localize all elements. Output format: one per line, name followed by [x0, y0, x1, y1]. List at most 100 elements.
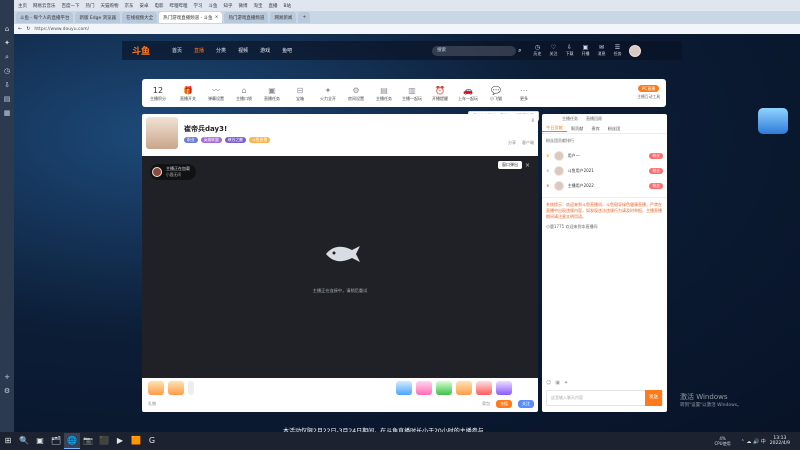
history-icon[interactable]: ◷: [0, 64, 14, 78]
edge-icon[interactable]: 🌐: [64, 433, 80, 449]
download-button[interactable]: ⇩ 下载: [565, 44, 573, 57]
browser-tab[interactable]: 网易新闻: [270, 12, 297, 23]
refresh-icon[interactable]: ↻: [26, 26, 30, 32]
send-button[interactable]: 发送: [645, 390, 662, 406]
gift-item[interactable]: [188, 381, 194, 395]
share-button[interactable]: 分享: [508, 140, 516, 146]
gift-item[interactable]: [436, 381, 452, 395]
gift-item[interactable]: [496, 381, 512, 395]
popout-button[interactable]: 窗口弹出: [497, 161, 522, 169]
message-button[interactable]: ✉ 消息: [597, 44, 605, 57]
room-tag[interactable]: 英雄联盟: [200, 136, 222, 143]
favorite-item[interactable]: 安卓: [140, 3, 149, 9]
favorite-item[interactable]: 淘宝: [254, 3, 263, 9]
gift-item[interactable]: [396, 381, 412, 395]
favorite-item[interactable]: 网易云音乐: [33, 3, 56, 9]
toolbar-item[interactable]: ✦ 火力全开: [314, 85, 342, 102]
gift-item[interactable]: [456, 381, 472, 395]
video-player[interactable]: 主播正在加载 小鹿无间 窗口弹出 × 主播正在连接中，请稍后重试: [142, 156, 538, 378]
toolbar-item[interactable]: 〰弹幕设置: [202, 85, 230, 102]
downloads-icon[interactable]: ⇩: [0, 78, 14, 92]
favorite-item[interactable]: 热门: [86, 3, 95, 9]
close-icon[interactable]: ×: [525, 162, 530, 169]
browser-tab[interactable]: 热门游戏直播频道: [224, 12, 269, 23]
favorite-item[interactable]: 知乎: [224, 3, 233, 9]
gift-item[interactable]: [148, 381, 164, 395]
toolbar-item[interactable]: ⏰ 开播提醒: [426, 85, 454, 102]
clock[interactable]: 13:13 2022/4/9: [770, 436, 790, 446]
gift-label[interactable]: 礼物: [148, 401, 156, 407]
room-tag[interactable]: 斗鱼直播: [248, 136, 271, 143]
camera-icon[interactable]: 📷: [80, 433, 96, 449]
favorite-item[interactable]: 直播: [269, 3, 278, 9]
tab-today-contribution[interactable]: 今日贡献: [542, 125, 567, 132]
favorite-item[interactable]: 主页: [18, 3, 27, 9]
toolbar-item[interactable]: ▤ 主播任务: [370, 85, 398, 102]
browser-tab[interactable]: 斗鱼 - 每个人的直播平台: [16, 12, 74, 23]
backpack-label[interactable]: 背包: [482, 401, 490, 407]
gift-item[interactable]: [168, 381, 184, 395]
tab-vip[interactable]: 贵宾: [587, 126, 603, 132]
url-field[interactable]: https://www.douyu.com/: [34, 27, 89, 32]
toolbar-item[interactable]: ▥ 主播一起玩: [398, 85, 426, 102]
settings-icon[interactable]: ⚙: [0, 384, 14, 398]
room-tag[interactable]: 职业: [184, 136, 198, 143]
nav-video[interactable]: 视频: [232, 47, 254, 54]
search-icon[interactable]: ⌕: [0, 50, 14, 64]
toolbar-item[interactable]: ⌂ 主播口袋: [230, 85, 258, 102]
add-icon[interactable]: +: [0, 370, 14, 384]
emoji-icon[interactable]: ☺: [546, 380, 551, 386]
douyu-logo[interactable]: 斗鱼: [132, 44, 150, 57]
toolbar-item[interactable]: 💬 小飞猫: [482, 85, 510, 102]
search-icon[interactable]: ⌕: [518, 47, 521, 55]
image-icon[interactable]: ▣: [555, 380, 560, 386]
history-button[interactable]: ◷ 历史: [533, 44, 541, 57]
mascot-widget[interactable]: [758, 108, 788, 134]
nav-game[interactable]: 游戏: [254, 47, 276, 54]
favorite-item[interactable]: 斗鱼: [209, 3, 218, 9]
shopping-icon[interactable]: ▦: [0, 106, 14, 120]
rank-row[interactable]: ♛ 用户一 粉丝: [542, 148, 667, 163]
favorite-item[interactable]: 学习: [194, 3, 203, 9]
recharge-button[interactable]: 充值: [496, 400, 512, 408]
pc-live-button[interactable]: PC直播: [638, 85, 660, 92]
favorite-item[interactable]: 百度一下: [62, 3, 80, 9]
toolbar-item[interactable]: ⋯ 更多: [510, 85, 538, 102]
back-icon[interactable]: ←: [18, 26, 22, 32]
favorite-item[interactable]: 微博: [239, 3, 248, 9]
browser-tab-active[interactable]: 热门游戏直播频道 - 斗鱼 ×: [159, 12, 223, 23]
new-tab-button[interactable]: +: [298, 12, 311, 23]
nav-live[interactable]: 直播: [188, 47, 210, 54]
gift-item[interactable]: [416, 381, 432, 395]
search-input[interactable]: 搜索: [432, 45, 517, 56]
anchor-avatar[interactable]: [146, 117, 178, 149]
user-avatar[interactable]: [629, 44, 642, 57]
favorite-item[interactable]: 哔哩哔哩: [170, 3, 188, 9]
home-icon[interactable]: ⌂: [0, 22, 14, 36]
client-button[interactable]: 客户端: [522, 140, 534, 146]
anchor-task-button[interactable]: 主播任务: [562, 116, 578, 122]
tab-week-contribution[interactable]: 周贡献: [567, 126, 588, 132]
favorite-item[interactable]: 京东: [125, 3, 134, 9]
close-icon[interactable]: ×: [215, 15, 219, 20]
tray-icons[interactable]: ⌃ ☁ 🔊 中: [741, 438, 766, 445]
chrome-icon[interactable]: G: [144, 433, 160, 449]
start-icon[interactable]: ⊞: [0, 433, 16, 449]
search-icon[interactable]: 🔍: [16, 433, 32, 449]
tab-fans[interactable]: 粉丝团: [604, 126, 625, 132]
explorer-icon[interactable]: 🗂: [48, 433, 64, 449]
anchor-score[interactable]: 12 主播积分: [142, 85, 174, 102]
toolbar-item[interactable]: ⚙ 房间设置: [342, 85, 370, 102]
toolbar-item[interactable]: 🎁 直播开关: [174, 85, 202, 102]
nav-category[interactable]: 分类: [210, 47, 232, 54]
apps-icon[interactable]: ▤: [0, 92, 14, 106]
favorite-item[interactable]: 电影: [155, 3, 164, 9]
toolbar-item[interactable]: 🚗 上车一起玩: [454, 85, 482, 102]
favorite-item[interactable]: 天猫购物: [101, 3, 119, 9]
taskview-icon[interactable]: ▣: [32, 433, 48, 449]
stream-button[interactable]: ▣ 开播: [581, 44, 589, 57]
favorite-item[interactable]: B站: [284, 3, 292, 9]
rank-row[interactable]: ♛ 主播用户2022 粉丝: [542, 178, 667, 193]
browser-tab[interactable]: 在线视频大全: [122, 12, 158, 23]
gift-item[interactable]: [476, 381, 492, 395]
